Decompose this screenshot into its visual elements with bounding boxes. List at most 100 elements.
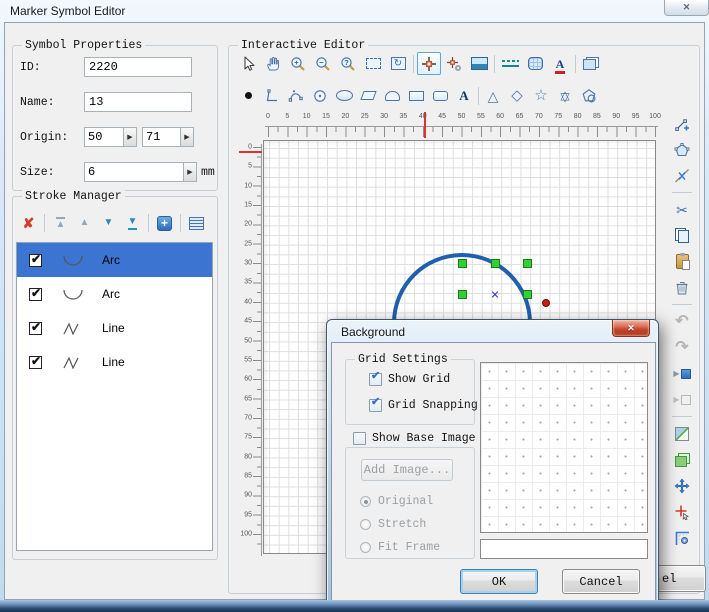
rounded-rect-tool-icon[interactable] — [428, 84, 452, 107]
move-tool-icon[interactable] — [670, 474, 694, 497]
show-grid-checkbox[interactable] — [369, 373, 382, 386]
ruler-label: 60 — [244, 376, 252, 383]
move-top-icon[interactable]: ▲ — [50, 213, 71, 233]
bezier-tool-icon[interactable] — [284, 84, 308, 107]
vertex-handle[interactable] — [458, 259, 467, 268]
move-bottom-icon[interactable]: ▼ — [122, 213, 143, 233]
zoom-in-icon[interactable]: + — [286, 52, 310, 75]
window-close-button[interactable]: ✕ — [664, 0, 709, 16]
delete-stroke-icon[interactable]: ✘ — [18, 213, 39, 233]
background-dialog: Background ✕ Grid Settings Show Grid Gri… — [326, 319, 659, 610]
origin-y-field[interactable] — [143, 128, 180, 146]
name-field[interactable] — [84, 92, 192, 112]
move-up-icon[interactable]: ▲ — [74, 213, 95, 233]
delete-icon[interactable] — [670, 276, 694, 299]
stroke-style-icon[interactable] — [670, 422, 694, 445]
zoom-window-icon[interactable] — [361, 52, 385, 75]
id-field[interactable] — [84, 57, 192, 77]
refresh-view-icon[interactable]: ↻ — [386, 52, 410, 75]
zoom-extent-icon[interactable]: ? — [336, 52, 360, 75]
grid-snapping-checkbox[interactable] — [369, 399, 382, 412]
background-dialog-close-button[interactable]: ✕ — [612, 320, 650, 337]
stretch-radio[interactable] — [360, 519, 371, 530]
import-symbol-icon[interactable]: ▶ — [670, 362, 694, 385]
zoom-out-icon[interactable]: − — [311, 52, 335, 75]
add-stroke-icon[interactable]: + — [154, 213, 175, 233]
separator — [575, 55, 576, 73]
line-style-icon[interactable] — [498, 52, 522, 75]
dialog-cancel-button[interactable]: Cancel — [562, 569, 640, 594]
show-base-image-checkbox[interactable] — [353, 432, 366, 445]
origin-x-spinner[interactable]: ▶ — [123, 128, 136, 146]
stroke-properties-icon[interactable] — [186, 213, 207, 233]
circle-tool-icon[interactable] — [308, 84, 332, 107]
polygon-nodes-icon[interactable] — [670, 138, 694, 161]
size-field[interactable] — [85, 163, 183, 181]
text-tool-icon[interactable]: A — [452, 84, 476, 107]
grid-toggle-icon[interactable] — [523, 52, 547, 75]
fill-style-icon[interactable] — [670, 448, 694, 471]
fit-frame-radio[interactable] — [360, 542, 371, 553]
break-node-icon[interactable] — [670, 164, 694, 187]
undo-icon[interactable]: ↶ — [670, 310, 694, 333]
cut-icon[interactable]: ✂ — [670, 198, 694, 221]
center-cross-marker[interactable]: ✕ — [490, 289, 499, 302]
polyline-tool-icon[interactable] — [260, 84, 284, 107]
snap-point-icon[interactable] — [670, 500, 694, 523]
add-image-button[interactable]: Add Image... — [361, 459, 453, 481]
stroke-row[interactable]: Line — [17, 311, 212, 345]
line-shape-icon — [58, 322, 88, 335]
arch-tool-icon[interactable] — [380, 84, 404, 107]
stroke-visible-checkbox[interactable] — [29, 288, 42, 301]
vertex-handle[interactable] — [523, 290, 532, 299]
separator — [672, 416, 692, 417]
ellipse-tool-icon[interactable] — [332, 84, 356, 107]
rectangle-tool-icon[interactable] — [404, 84, 428, 107]
svg-text:+: + — [294, 58, 299, 67]
vertex-handle[interactable] — [523, 259, 532, 268]
pan-tool-icon[interactable] — [261, 52, 285, 75]
stroke-list[interactable]: ArcArcLineLine — [16, 242, 213, 551]
stroke-visible-checkbox[interactable] — [29, 254, 42, 267]
select-tool-icon[interactable] — [236, 52, 260, 75]
endpoint-marker[interactable] — [542, 299, 550, 307]
move-down-icon[interactable]: ▼ — [98, 213, 119, 233]
stroke-visible-checkbox[interactable] — [29, 322, 42, 335]
triangle-tool-icon[interactable]: △ — [481, 84, 505, 107]
size-spinner[interactable]: ▶ — [183, 163, 196, 181]
ruler-label: 20 — [341, 113, 349, 120]
ruler-label: 65 — [244, 395, 252, 402]
show-origin-toggle-icon[interactable] — [417, 52, 441, 75]
ruler-label: 85 — [593, 113, 601, 120]
frame-settings-icon[interactable] — [670, 526, 694, 549]
stroke-row[interactable]: Arc — [17, 277, 212, 311]
background-image-icon[interactable] — [467, 52, 491, 75]
redo-icon[interactable]: ↷ — [670, 336, 694, 359]
diamond-tool-icon[interactable]: ◇ — [505, 84, 529, 107]
star6-tool-icon[interactable]: △▽ — [553, 84, 577, 107]
origin-x-field[interactable] — [85, 128, 123, 146]
stroke-row[interactable]: Arc — [17, 243, 212, 277]
stroke-visible-checkbox[interactable] — [29, 356, 42, 369]
polygon-tool-icon[interactable] — [577, 84, 601, 107]
image-path-field[interactable] — [480, 539, 648, 559]
ruler-label: 25 — [244, 240, 252, 247]
point-tool-icon[interactable] — [236, 84, 260, 107]
add-node-icon[interactable] — [670, 112, 694, 135]
radio-row: Original — [360, 490, 440, 513]
parallelogram-tool-icon[interactable] — [356, 84, 380, 107]
original-radio[interactable] — [360, 496, 371, 507]
vertex-handle[interactable] — [458, 290, 467, 299]
stroke-row[interactable]: Line — [17, 345, 212, 379]
origin-y-spinner[interactable]: ▶ — [180, 128, 193, 146]
vertex-handle[interactable] — [491, 259, 500, 268]
star5-tool-icon[interactable]: ☆ — [529, 84, 553, 107]
paste-icon[interactable] — [670, 250, 694, 273]
ruler-label: 30 — [244, 260, 252, 267]
ok-button[interactable]: OK — [460, 569, 538, 594]
font-color-icon[interactable]: A — [548, 52, 572, 75]
origin-settings-icon[interactable] — [442, 52, 466, 75]
copy-icon[interactable] — [670, 224, 694, 247]
import-symbol-disabled-icon[interactable]: ▶ — [670, 388, 694, 411]
arrange-order-icon[interactable] — [579, 52, 603, 75]
